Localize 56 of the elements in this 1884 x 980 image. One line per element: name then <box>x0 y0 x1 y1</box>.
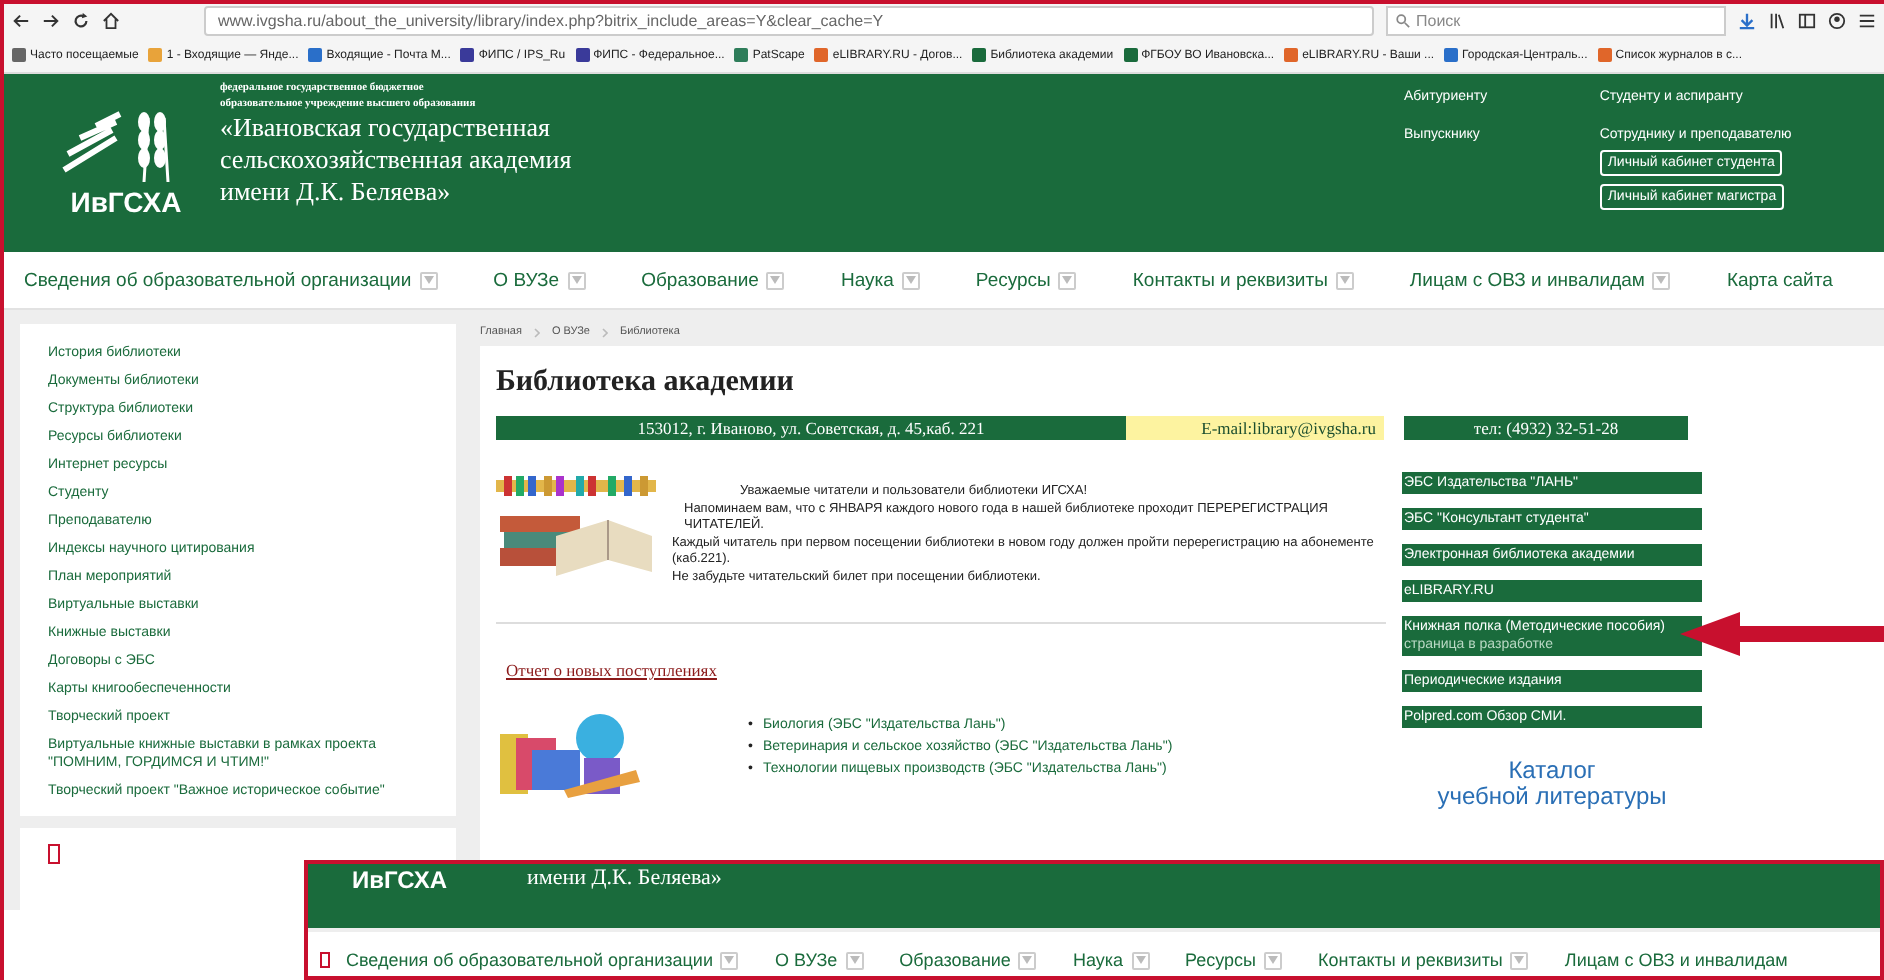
report-link[interactable]: Отчет о новых поступлениях <box>506 660 717 680</box>
catalog-banner[interactable]: Каталог учебной литературы <box>1402 758 1702 810</box>
nav-link[interactable]: Сведения об образовательной организации <box>24 269 438 291</box>
breadcrumb-separator-icon <box>601 327 608 337</box>
forward-icon[interactable] <box>42 12 60 30</box>
search-icon <box>1396 14 1410 28</box>
download-icon[interactable] <box>1738 12 1756 30</box>
nav-link[interactable]: Образование <box>899 950 1037 970</box>
dropdown-caret-icon[interactable] <box>1131 951 1149 969</box>
org-name: «Ивановская государственная <box>220 112 552 144</box>
nav-link[interactable]: Сведения об образовательной организации <box>346 950 739 970</box>
nav-link[interactable]: О ВУЗе <box>774 950 864 970</box>
dropdown-caret-icon[interactable] <box>1335 271 1354 289</box>
dropdown-caret-icon[interactable] <box>567 271 586 289</box>
nav-link[interactable]: Наука <box>1072 950 1149 970</box>
reload-icon[interactable] <box>72 12 90 30</box>
dropdown-caret-icon[interactable] <box>901 271 920 289</box>
nav-link[interactable]: Контакты и реквизиты <box>1318 950 1529 970</box>
broken-image-icon <box>48 844 60 864</box>
dropdown-caret-icon[interactable] <box>766 271 785 289</box>
nav-link[interactable]: Лицам с ОВЗ и инвалидам <box>1564 950 1788 970</box>
logo-text: ИвГСХА <box>70 185 182 217</box>
account-icon[interactable] <box>1828 12 1846 30</box>
phone-text: тел: (4932) 32-51-28 <box>1404 416 1688 440</box>
email-text: E-mail:library@ivgsha.ru <box>1126 416 1384 440</box>
dropdown-caret-icon[interactable] <box>1264 951 1282 969</box>
dropdown-caret-icon[interactable] <box>1018 951 1037 969</box>
nav-link[interactable]: Лицам с ОВЗ и инвалидам <box>1409 269 1671 291</box>
org-name: сельскохозяйственная академия <box>220 144 572 176</box>
broken-image-icon <box>320 952 330 968</box>
breadcrumb-separator-icon <box>533 327 540 337</box>
nav-link[interactable]: Образование <box>641 269 785 291</box>
nav-link[interactable]: Ресурсы <box>1185 950 1282 970</box>
back-icon[interactable] <box>12 12 30 30</box>
dropdown-caret-icon[interactable] <box>720 951 739 969</box>
address-text: 153012, г. Иваново, ул. Советская, д. 45,каб. 221 <box>496 416 1126 440</box>
dropdown-caret-icon[interactable] <box>1058 271 1077 289</box>
nav-link[interactable]: О ВУЗе <box>493 269 586 291</box>
nav-link[interactable]: Ресурсы <box>975 269 1077 291</box>
sidebar-icon[interactable] <box>1798 12 1816 30</box>
dropdown-caret-icon[interactable] <box>1510 951 1529 969</box>
org-name: имени Д.К. Беляева» <box>527 866 722 890</box>
dropdown-caret-icon[interactable] <box>845 951 864 969</box>
home-icon[interactable] <box>102 12 120 30</box>
nav-link[interactable]: Карта сайта <box>1726 269 1833 291</box>
nav-link[interactable]: Контакты и реквизиты <box>1132 269 1354 291</box>
nav-link[interactable]: Наука <box>840 269 920 291</box>
dropdown-caret-icon[interactable] <box>1652 271 1671 289</box>
address-bar[interactable]: www.ivgsha.ru/about_the_university/library/index.php?bitrix_include_areas=Y&clear_cache=Y <box>204 6 1374 36</box>
page-title: Библиотека академии <box>496 366 796 400</box>
menu-icon[interactable] <box>1858 12 1876 30</box>
search-field[interactable]: Поиск <box>1386 6 1726 36</box>
logo-text: ИвГСХА <box>352 866 448 894</box>
org-name: имени Д.К. Беляева» <box>220 176 453 208</box>
dropdown-caret-icon[interactable] <box>419 271 438 289</box>
library-icon[interactable] <box>1768 12 1786 30</box>
